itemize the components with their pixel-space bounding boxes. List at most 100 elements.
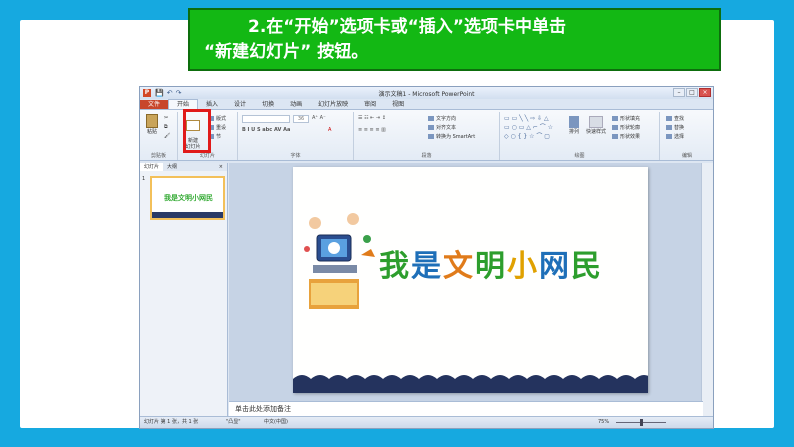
quick-styles-button[interactable]: 快速样式	[584, 116, 608, 135]
slides-panel: 幻灯片 大纲 × 1 我是文明小网民	[140, 163, 228, 417]
minimize-button[interactable]: –	[673, 88, 685, 97]
thumbnail-wave	[152, 212, 223, 218]
shape-effects-label: 形状效果	[620, 134, 641, 140]
shape-effects-icon	[612, 134, 618, 139]
copy-icon[interactable]: ⧉	[164, 124, 168, 130]
layout-label: 版式	[216, 116, 227, 122]
tab-file[interactable]: 文件	[140, 100, 169, 109]
shape-outline-icon	[612, 125, 618, 130]
shape-fill-label: 形状填充	[620, 116, 641, 122]
group-drawing: ▭ ▭ ╲ ╲ ⇨ ⇩ △ ▭ ○ ▭ △ ⌐ ⌒ ☆ ◇ ○ { } ☆ ⌒ ▢ …	[500, 112, 660, 160]
text-direction-icon	[428, 116, 434, 121]
shape-fill-icon	[612, 116, 618, 121]
window-title: 演示文稿1 - Microsoft PowerPoint	[378, 91, 475, 98]
smartart-label: 转换为 SmartArt	[436, 134, 476, 140]
font-group-label: 字体	[290, 153, 301, 159]
children-computer-illustration	[304, 213, 375, 309]
align-text-icon	[428, 125, 434, 130]
thumbnail-number: 1	[142, 176, 146, 182]
tab-transitions[interactable]: 切换	[254, 100, 282, 109]
vertical-scrollbar[interactable]	[701, 163, 713, 417]
paste-icon	[146, 114, 158, 128]
slides-group-label: 幻灯片	[199, 153, 215, 159]
paste-label: 粘贴	[146, 129, 157, 135]
shape-effects-button[interactable]: 形状效果	[612, 133, 640, 140]
arrange-button[interactable]: 排列	[566, 116, 582, 135]
shape-outline-button[interactable]: 形状轮廓	[612, 124, 640, 131]
panel-close-icon[interactable]: ×	[215, 163, 227, 171]
powerpoint-window: P 💾 ↶ ↷ 演示文稿1 - Microsoft PowerPoint – □…	[139, 86, 714, 429]
font-size-select[interactable]: 36	[293, 115, 309, 123]
format-painter-icon[interactable]: 🖌	[164, 133, 170, 139]
grow-font-icon[interactable]: A⁺ A⁻	[312, 115, 326, 121]
align-buttons[interactable]: ≡ ≡ ≡ ≡ ▥	[358, 127, 386, 133]
title-char: 文	[443, 249, 475, 284]
arrange-label: 排列	[568, 129, 579, 135]
font-color-icon[interactable]: A	[328, 127, 331, 133]
panel-tabs: 幻灯片 大纲 ×	[140, 163, 227, 171]
paragraph-group-label: 段落	[421, 153, 432, 159]
select-label: 选择	[674, 134, 685, 140]
tab-slide-show[interactable]: 幻灯片放映	[310, 100, 356, 109]
tab-animations[interactable]: 动画	[282, 100, 310, 109]
group-font: 36 A⁺ A⁻ B I U S abc AV Aa A 字体	[238, 112, 354, 160]
tab-view[interactable]: 视图	[384, 100, 412, 109]
shape-fill-button[interactable]: 形状填充	[612, 115, 640, 122]
paste-button[interactable]: 粘贴	[144, 114, 160, 135]
clipboard-group-label: 剪贴板	[150, 153, 166, 159]
tab-insert[interactable]: 插入	[198, 100, 226, 109]
slide-thumbnail[interactable]: 我是文明小网民	[150, 176, 225, 220]
quick-styles-label: 快速样式	[585, 129, 606, 135]
title-char: 小	[507, 249, 539, 284]
arrange-icon	[569, 116, 579, 128]
notes-pane[interactable]: 单击此处添加备注	[229, 401, 703, 417]
find-icon	[666, 116, 672, 121]
replace-button[interactable]: 替换	[666, 124, 684, 131]
tab-outline-panel[interactable]: 大纲	[163, 163, 181, 171]
find-button[interactable]: 查找	[666, 115, 684, 122]
replace-icon	[666, 125, 672, 130]
font-style-buttons[interactable]: B I U S abc AV Aa	[242, 127, 290, 133]
font-name-select[interactable]	[242, 115, 290, 123]
replace-label: 替换	[674, 125, 685, 131]
maximize-button[interactable]: □	[686, 88, 698, 97]
group-clipboard: 粘贴 ✂ ⧉ 🖌 剪贴板	[140, 112, 178, 160]
select-button[interactable]: 选择	[666, 133, 684, 140]
align-text-label: 对齐文本	[436, 125, 457, 131]
title-char: 民	[571, 249, 603, 284]
thumbnail-title: 我是文明小网民	[164, 194, 213, 202]
wave-border	[293, 375, 648, 393]
instruction-caption: 2.在“开始”选项卡或“插入”选项卡中单击 “新建幻灯片” 按钮。	[188, 8, 721, 71]
close-button[interactable]: ×	[699, 88, 711, 97]
slide-title[interactable]: 我是文明小网民	[379, 241, 603, 285]
cut-icon[interactable]: ✂	[164, 115, 168, 121]
ribbon: 粘贴 ✂ ⧉ 🖌 剪贴板 新建 幻灯片 版式 重设 节 幻灯片 36 A⁺ A⁻…	[140, 109, 713, 161]
tab-review[interactable]: 审阅	[356, 100, 384, 109]
group-editing: 查找 替换 选择 编辑	[660, 112, 713, 160]
slide-editor: 我是文明小网民	[229, 163, 703, 401]
status-bar: 幻灯片 第 1 张，共 1 张 "凸显" 中文(中国) 75%	[140, 416, 713, 428]
text-direction-label: 文字方向	[436, 116, 457, 122]
zoom-level[interactable]: 75%	[598, 417, 609, 428]
shapes-gallery[interactable]: ▭ ▭ ╲ ╲ ⇨ ⇩ △ ▭ ○ ▭ △ ⌐ ⌒ ☆ ◇ ○ { } ☆ ⌒ ▢	[504, 115, 553, 140]
text-direction-button[interactable]: 文字方向	[428, 115, 456, 122]
title-bar: P 💾 ↶ ↷ 演示文稿1 - Microsoft PowerPoint – □…	[140, 87, 713, 99]
select-icon	[666, 134, 672, 139]
smartart-button[interactable]: 转换为 SmartArt	[428, 133, 475, 140]
smartart-icon	[428, 134, 434, 139]
caption-line-2: “新建幻灯片” 按钮。	[204, 42, 369, 62]
theme-status: "凸显"	[226, 419, 241, 425]
title-char: 是	[411, 249, 443, 284]
current-slide[interactable]: 我是文明小网民	[293, 167, 648, 393]
title-char: 我	[379, 249, 411, 284]
align-text-button[interactable]: 对齐文本	[428, 124, 456, 131]
tab-design[interactable]: 设计	[226, 100, 254, 109]
tab-home[interactable]: 开始	[168, 99, 199, 109]
slide-count-status: 幻灯片 第 1 张，共 1 张	[144, 419, 199, 425]
zoom-slider-thumb[interactable]	[640, 419, 643, 426]
list-buttons[interactable]: ☰ ☷ ⇤ ⇥ ↕	[358, 115, 386, 121]
notes-placeholder: 单击此处添加备注	[235, 405, 291, 413]
language-status[interactable]: 中文(中国)	[264, 417, 288, 428]
tab-slides-panel[interactable]: 幻灯片	[140, 163, 164, 171]
find-label: 查找	[674, 116, 685, 122]
